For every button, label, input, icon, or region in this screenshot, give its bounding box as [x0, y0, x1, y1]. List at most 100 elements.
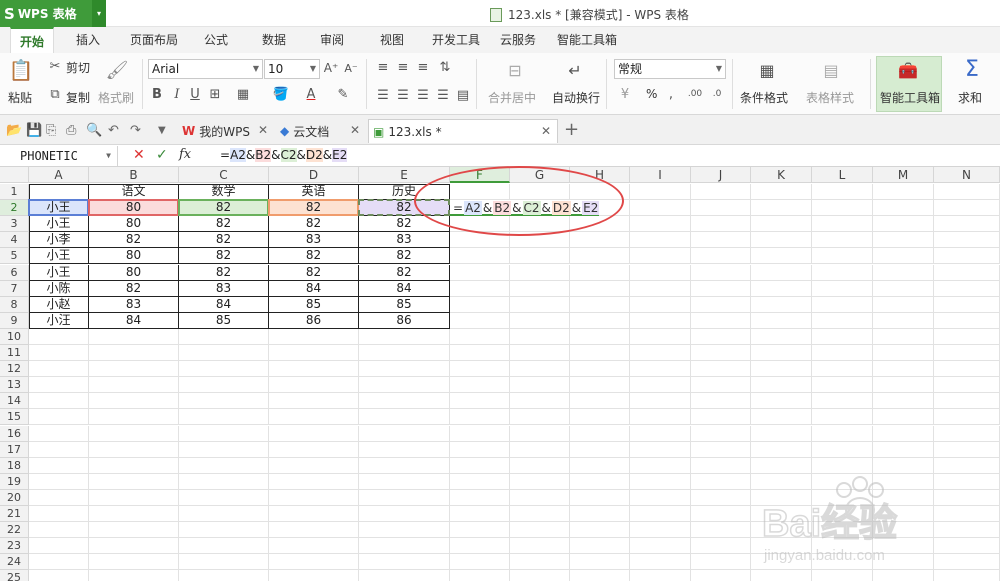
- grid-cell[interactable]: [450, 409, 510, 426]
- table-header-cell[interactable]: 数学: [179, 184, 269, 201]
- grow-font-icon[interactable]: A⁺: [324, 61, 339, 75]
- grid-cell[interactable]: [179, 489, 269, 506]
- grid-cell[interactable]: [269, 506, 359, 523]
- grid-cell[interactable]: [29, 345, 89, 362]
- increase-decimal-icon[interactable]: .00: [686, 85, 704, 103]
- close-icon[interactable]: ✕: [258, 123, 268, 137]
- grid-cell[interactable]: [450, 264, 510, 281]
- grid-cell[interactable]: [269, 489, 359, 506]
- tab-data[interactable]: 数据: [252, 27, 296, 53]
- table-cell[interactable]: 小汪: [29, 312, 89, 329]
- grid-cell[interactable]: [510, 522, 570, 539]
- grid-cell[interactable]: [450, 522, 510, 539]
- grid-cell[interactable]: [359, 441, 450, 458]
- grid-cell[interactable]: [691, 184, 751, 201]
- clear-format-icon[interactable]: ✎: [336, 87, 350, 102]
- table-cell[interactable]: 82: [89, 280, 179, 297]
- grid-cell[interactable]: [691, 264, 751, 281]
- grid-cell[interactable]: [630, 554, 691, 571]
- table-cell[interactable]: 82: [179, 232, 269, 249]
- decrease-decimal-icon[interactable]: .0: [708, 85, 726, 103]
- grid-cell[interactable]: [873, 296, 934, 313]
- table-cell[interactable]: 82: [179, 200, 269, 217]
- italic-icon[interactable]: I: [170, 87, 184, 102]
- column-header-b[interactable]: B: [89, 167, 179, 183]
- grid-cell[interactable]: [630, 264, 691, 281]
- grid-cell[interactable]: [269, 441, 359, 458]
- merge-center-button[interactable]: 合并居中: [488, 89, 536, 106]
- grid-cell[interactable]: [570, 425, 630, 442]
- grid-cell[interactable]: [812, 377, 873, 394]
- confirm-icon[interactable]: ✓: [156, 147, 168, 163]
- grid-cell[interactable]: [450, 296, 510, 313]
- column-header-f[interactable]: F: [450, 167, 510, 183]
- grid-cell[interactable]: [510, 184, 570, 201]
- grid-cell[interactable]: [751, 457, 812, 474]
- sum-button[interactable]: 求和: [958, 89, 982, 106]
- row-header-24[interactable]: 24: [0, 554, 29, 571]
- font-color-icon[interactable]: A: [304, 87, 318, 102]
- grid-cell[interactable]: [934, 232, 1000, 249]
- column-header-m[interactable]: M: [873, 167, 934, 183]
- row-header-7[interactable]: 7: [0, 280, 29, 297]
- justify-icon[interactable]: ☰: [436, 88, 450, 103]
- grid-cell[interactable]: [873, 264, 934, 281]
- grid-cell[interactable]: [630, 248, 691, 265]
- grid-cell[interactable]: [751, 473, 812, 490]
- borders-icon[interactable]: ⊞: [208, 87, 222, 102]
- table-header-cell[interactable]: 英语: [269, 184, 359, 201]
- grid-cell[interactable]: [873, 489, 934, 506]
- grid-cell[interactable]: [450, 393, 510, 410]
- grid-cell[interactable]: [510, 441, 570, 458]
- table-cell[interactable]: 83: [89, 296, 179, 313]
- row-header-14[interactable]: 14: [0, 393, 29, 410]
- tab-insert[interactable]: 插入: [66, 27, 110, 53]
- grid-cell[interactable]: [450, 538, 510, 555]
- grid-cell[interactable]: [29, 457, 89, 474]
- grid-cell[interactable]: [873, 216, 934, 233]
- grid-cell[interactable]: [570, 570, 630, 581]
- grid-cell[interactable]: [873, 457, 934, 474]
- grid-cell[interactable]: [179, 538, 269, 555]
- table-cell[interactable]: 84: [179, 296, 269, 313]
- print-preview-icon[interactable]: 🔍: [86, 123, 102, 138]
- grid-cell[interactable]: [630, 425, 691, 442]
- grid-cell[interactable]: [269, 425, 359, 442]
- grid-cell[interactable]: [89, 538, 179, 555]
- row-header-13[interactable]: 13: [0, 377, 29, 394]
- app-dropdown-button[interactable]: ▾: [92, 0, 106, 27]
- grid-cell[interactable]: [89, 506, 179, 523]
- grid-cell[interactable]: [269, 538, 359, 555]
- table-style-button[interactable]: 表格样式: [806, 89, 854, 106]
- new-tab-icon[interactable]: +: [564, 119, 579, 140]
- copy-icon[interactable]: ⧉: [48, 87, 62, 102]
- grid-cell[interactable]: [751, 232, 812, 249]
- row-header-15[interactable]: 15: [0, 409, 29, 426]
- grid-cell[interactable]: [812, 393, 873, 410]
- row-header-20[interactable]: 20: [0, 489, 29, 506]
- table-cell[interactable]: 85: [359, 296, 450, 313]
- grid-cell[interactable]: [630, 328, 691, 345]
- grid-cell[interactable]: [812, 232, 873, 249]
- grid-cell[interactable]: [691, 312, 751, 329]
- align-center-icon[interactable]: ☰: [396, 88, 410, 103]
- grid-cell[interactable]: [873, 441, 934, 458]
- grid-cell[interactable]: [691, 538, 751, 555]
- grid-cell[interactable]: [570, 312, 630, 329]
- row-header-9[interactable]: 9: [0, 312, 29, 329]
- grid-cell[interactable]: [873, 312, 934, 329]
- format-painter-button[interactable]: 格式刷: [98, 89, 134, 106]
- shrink-font-icon[interactable]: A⁻: [344, 61, 358, 75]
- copy-button[interactable]: 复制: [66, 89, 90, 106]
- table-cell[interactable]: 80: [89, 248, 179, 265]
- grid-cell[interactable]: [29, 361, 89, 378]
- grid-cell[interactable]: [359, 393, 450, 410]
- column-header-h[interactable]: H: [570, 167, 630, 183]
- grid-cell[interactable]: [812, 554, 873, 571]
- grid-cell[interactable]: [751, 538, 812, 555]
- grid-cell[interactable]: [359, 409, 450, 426]
- row-header-2[interactable]: 2: [0, 200, 29, 217]
- grid-cell[interactable]: [751, 264, 812, 281]
- grid-cell[interactable]: [269, 570, 359, 581]
- grid-cell[interactable]: [630, 409, 691, 426]
